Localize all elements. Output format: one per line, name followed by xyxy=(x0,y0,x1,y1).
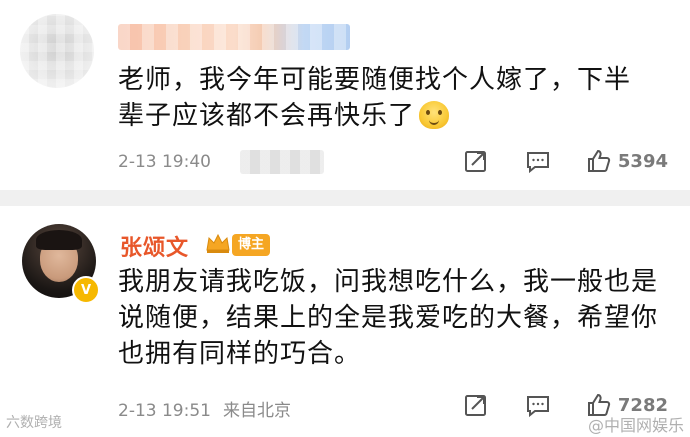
location-blurred xyxy=(240,150,324,174)
comment-text-line: 说随便，结果上的全是我爱吃的大餐，希望你 xyxy=(118,303,659,333)
crown-icon xyxy=(206,233,230,253)
comment-card-1: 老师，我今年可能要随便找个人嫁了，下半 辈子应该都不会再快乐了 2-13 19:… xyxy=(0,0,690,190)
avatar-blurred[interactable] xyxy=(20,14,94,88)
comment-meta: 2-13 19:51 来自北京 xyxy=(118,396,291,421)
avatar-hair xyxy=(36,230,82,250)
share-icon xyxy=(464,151,486,172)
comment-meta: 2-13 19:40 xyxy=(118,152,211,172)
comment-button[interactable] xyxy=(524,147,552,175)
verified-badge-icon: V xyxy=(72,276,100,304)
watermark-right: @中国网娱乐 xyxy=(587,416,684,435)
comment-text-line: 老师，我今年可能要随便找个人嫁了，下半 xyxy=(118,65,632,95)
comment-text-line: 我朋友请我吃饭，问我想吃什么，我一般也是 xyxy=(118,267,659,297)
comment-actions: 5394 xyxy=(428,147,668,175)
comment-text: 老师，我今年可能要随便找个人嫁了，下半 辈子应该都不会再快乐了 xyxy=(118,62,670,134)
comment-text-fragment: 辈子应该都不会再快乐了 xyxy=(118,101,416,131)
comment-icon xyxy=(526,396,549,418)
share-button[interactable] xyxy=(462,391,490,419)
comment-card-2: V 张颂文 博主 我朋友请我吃饭，问我想吃什么，我一般也是 说随便，结果上的全是… xyxy=(0,206,690,437)
thumbs-up-icon xyxy=(587,149,611,172)
comment-text-line: 也拥有同样的巧合。 xyxy=(118,339,362,369)
location: 来自北京 xyxy=(222,401,291,421)
timestamp: 2-13 19:40 xyxy=(118,152,211,172)
comment-text: 我朋友请我吃饭，问我想吃什么，我一般也是 说随便，结果上的全是我爱吃的大餐，希望… xyxy=(118,264,670,372)
like-count: 5394 xyxy=(617,150,668,172)
share-button[interactable] xyxy=(462,147,490,175)
timestamp: 2-13 19:51 xyxy=(118,401,211,421)
username-blurred[interactable] xyxy=(118,24,350,50)
comment-button[interactable] xyxy=(524,391,552,419)
like-button[interactable]: 5394 xyxy=(586,147,668,175)
smiling-face-emoji-icon xyxy=(419,101,450,129)
comment-text-line: 辈子应该都不会再快乐了 xyxy=(118,98,670,134)
author-name[interactable]: 张颂文 xyxy=(120,230,189,262)
comment-icon xyxy=(526,152,549,174)
watermark-left: 六数跨境 xyxy=(6,415,62,431)
share-icon xyxy=(464,395,486,416)
blogger-badge: 博主 xyxy=(232,234,271,256)
comment-separator xyxy=(0,190,690,206)
